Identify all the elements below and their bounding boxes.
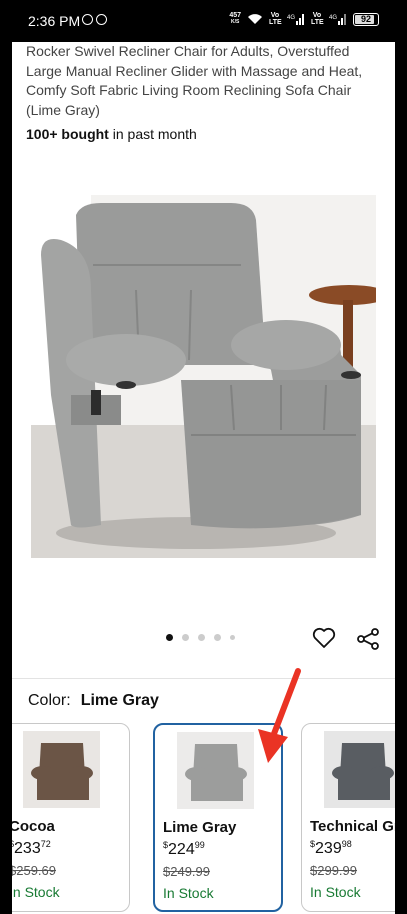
product-title: Rocker Swivel Recliner Chair for Adults,… — [26, 43, 363, 118]
variant-thumbnail — [23, 731, 100, 808]
battery-level: 92 — [360, 14, 371, 24]
variant-price: $22499 — [163, 840, 205, 859]
thumbnail-chair-seat — [37, 775, 89, 800]
network-speed: 457 K/S — [229, 12, 241, 26]
carousel-dot[interactable] — [214, 634, 221, 641]
bought-count-rest: in past month — [108, 126, 197, 142]
variant-stock: In Stock — [12, 884, 60, 900]
selected-color: Lime Gray — [80, 692, 159, 709]
thumbnail-chair-seat — [191, 776, 243, 801]
status-right-icons: 457 K/S Vo LTE 4G Vo LTE 4G 92 — [229, 12, 379, 26]
bought-count: 100+ bought in past month — [26, 126, 197, 142]
svg-text:4G: 4G — [287, 15, 295, 21]
svg-text:4G: 4G — [329, 15, 337, 21]
wishlist-heart-icon[interactable] — [312, 627, 336, 649]
carousel-dot[interactable] — [230, 635, 235, 640]
variant-list-price: $299.99 — [310, 863, 357, 878]
price-fraction: 98 — [341, 839, 352, 849]
color-selection-label: Color: Lime Gray — [28, 692, 159, 710]
variant-thumbnail — [177, 732, 254, 809]
carousel-dot[interactable] — [198, 634, 205, 641]
wifi-icon — [247, 13, 263, 25]
price-whole: 233 — [14, 840, 41, 857]
variant-price: $23372 — [12, 839, 51, 858]
variant-name: Technical Gray — [310, 818, 395, 835]
color-label: Color: — [28, 692, 71, 709]
annotation-arrow-icon — [258, 668, 301, 763]
variant-stock: In Stock — [163, 885, 214, 901]
battery-icon: 92 — [353, 12, 379, 26]
section-divider — [12, 678, 395, 679]
carousel-dot[interactable] — [182, 634, 189, 641]
variant-stock: In Stock — [310, 884, 361, 900]
signal-icon-1: 4G — [287, 13, 305, 25]
image-carousel-dots[interactable] — [166, 634, 235, 641]
thumbnail-chair-seat — [338, 775, 390, 800]
share-icon[interactable] — [356, 627, 380, 651]
network-speed-value: 457 — [229, 12, 241, 19]
variant-name: Cocoa — [12, 818, 55, 835]
notification-icons — [82, 14, 107, 25]
variant-name: Lime Gray — [163, 819, 237, 836]
variant-list-price: $259.69 — [12, 863, 56, 878]
whatsapp-icon — [82, 14, 93, 25]
whatsapp-icon — [96, 14, 107, 25]
price-fraction: 99 — [194, 840, 205, 850]
price-whole: 239 — [315, 840, 342, 857]
variant-thumbnail — [324, 731, 395, 808]
network-speed-unit: K/S — [230, 19, 240, 25]
price-whole: 224 — [168, 841, 195, 858]
status-time: 2:36 PM — [28, 13, 81, 29]
color-variant-cocoa[interactable]: Cocoa $23372 $259.69 In Stock — [12, 723, 130, 912]
signal-icon-2: 4G — [329, 13, 347, 25]
variant-list-price: $249.99 — [163, 864, 210, 879]
bought-count-bold: 100+ bought — [26, 126, 109, 142]
carousel-dot[interactable] — [166, 634, 173, 641]
volte-1: Vo LTE — [269, 12, 282, 26]
variant-price: $23998 — [310, 839, 352, 858]
price-fraction: 72 — [40, 839, 51, 849]
status-bar: 2:36 PM 457 K/S Vo LTE 4G Vo LTE 4G 92 — [0, 0, 407, 42]
product-image[interactable] — [31, 195, 376, 558]
volte-2: Vo LTE — [311, 12, 324, 26]
product-page[interactable]: Rocker Swivel Recliner Chair for Adults,… — [12, 42, 395, 914]
